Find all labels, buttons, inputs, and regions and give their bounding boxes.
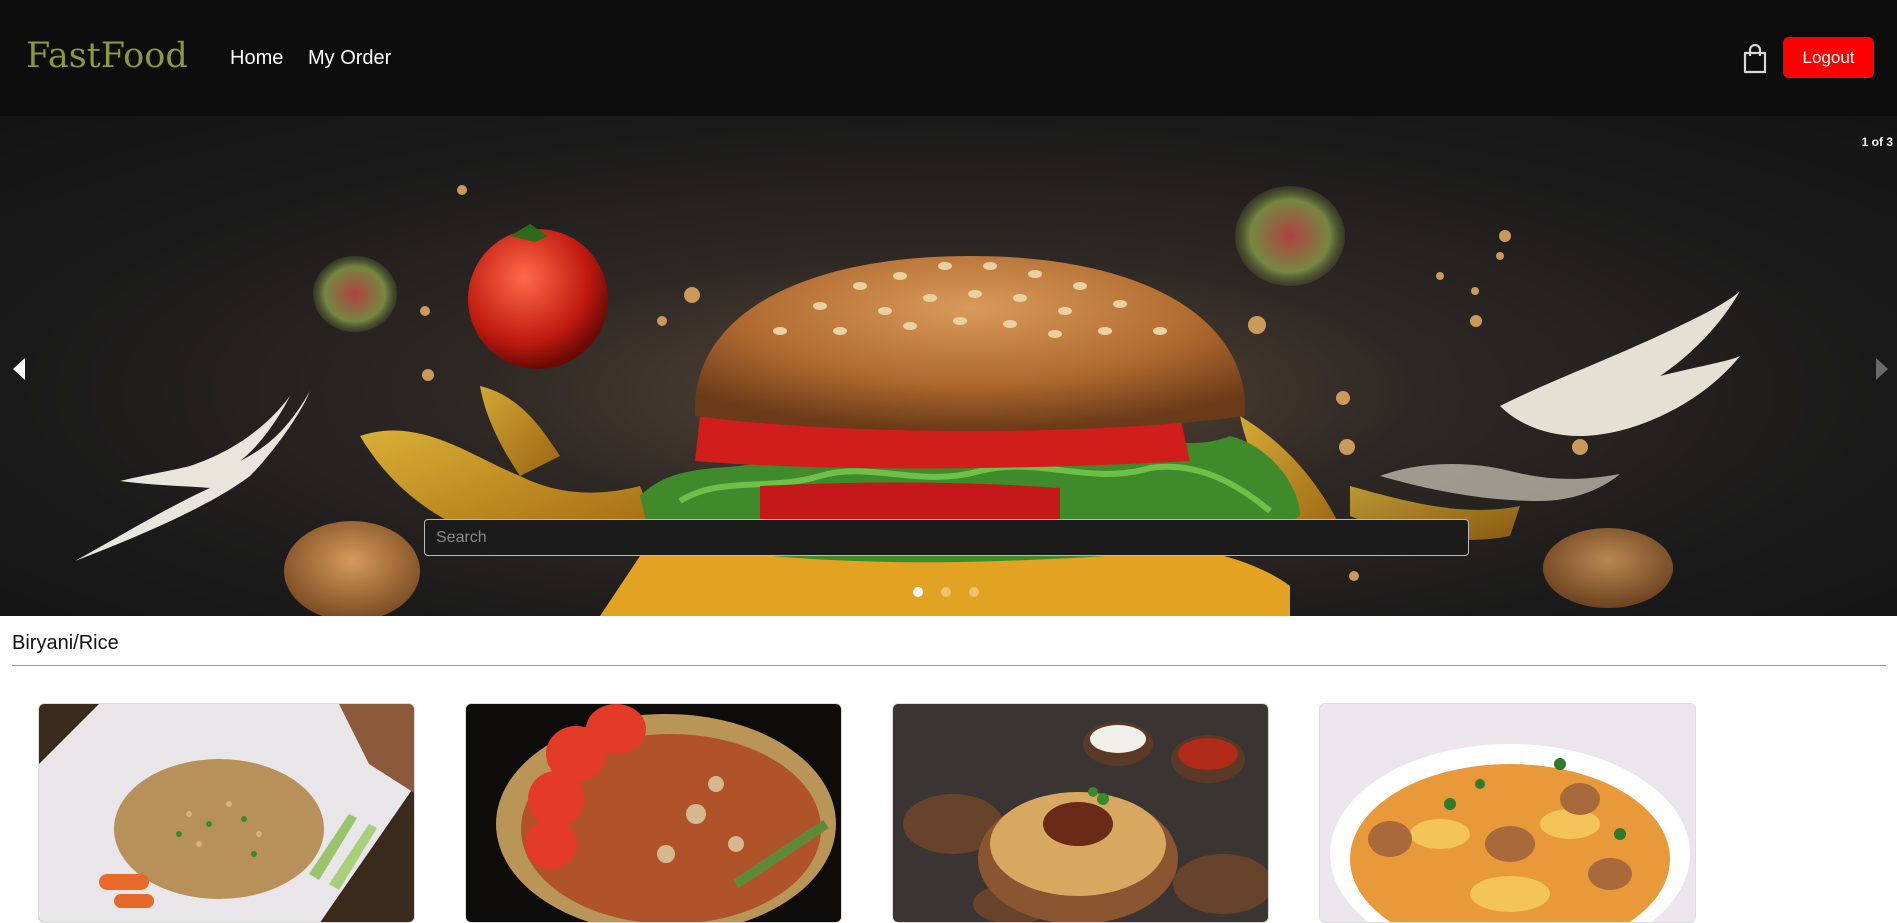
- category-title: Biryani/Rice: [12, 632, 119, 654]
- fried-rice-image: [39, 704, 414, 922]
- slide-counter: 1 of 3: [1861, 135, 1893, 149]
- food-card[interactable]: [38, 703, 415, 923]
- biryani-bowl-image: [893, 704, 1268, 922]
- caret-left-icon[interactable]: [10, 356, 30, 382]
- navbar: FastFood Home My Order Logout: [0, 0, 1897, 116]
- chicken-biryani-image: [1320, 704, 1695, 922]
- category-divider: [12, 665, 1886, 666]
- caret-right-icon[interactable]: [1871, 356, 1891, 382]
- food-card[interactable]: [892, 703, 1269, 923]
- brand-logo[interactable]: FastFood: [26, 36, 188, 76]
- carousel-indicator-1[interactable]: [913, 587, 923, 597]
- carousel-indicators: [913, 587, 979, 597]
- shopping-bag-icon[interactable]: [1742, 44, 1768, 74]
- hero-carousel: 1 of 3: [0, 116, 1897, 616]
- nav-link-my-order[interactable]: My Order: [308, 47, 391, 70]
- carousel-indicator-2[interactable]: [941, 587, 951, 597]
- carousel-indicator-3[interactable]: [969, 587, 979, 597]
- food-card[interactable]: [1319, 703, 1696, 923]
- tomato-rice-image: [466, 704, 841, 922]
- logout-button[interactable]: Logout: [1783, 37, 1874, 78]
- food-card[interactable]: [465, 703, 842, 923]
- nav-link-home[interactable]: Home: [230, 47, 283, 70]
- search-input[interactable]: [424, 519, 1469, 556]
